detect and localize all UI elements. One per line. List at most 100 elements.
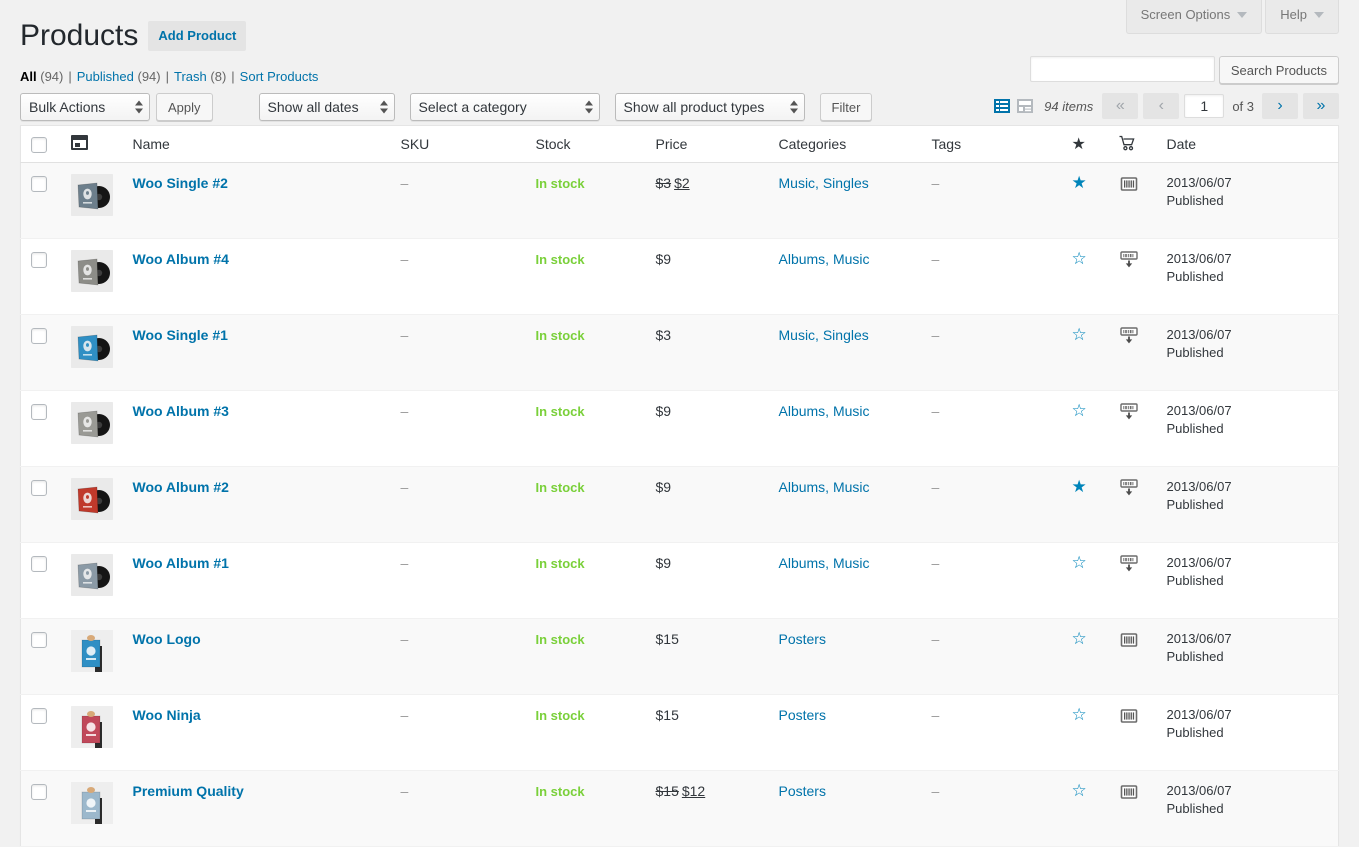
- row-checkbox[interactable]: [31, 784, 47, 800]
- apply-button[interactable]: Apply: [156, 93, 213, 121]
- status-link-published-label[interactable]: Published: [77, 69, 134, 84]
- category-link[interactable]: Albums, Music: [779, 479, 870, 495]
- price-regular: $3: [656, 327, 672, 343]
- row-name-cell: Woo Single #2: [123, 163, 391, 239]
- table-row: Woo Single #2 – In stock $3$2 Music, Sin…: [21, 163, 1339, 239]
- star-outline-icon[interactable]: ☆: [1072, 250, 1087, 267]
- category-link[interactable]: Albums, Music: [779, 555, 870, 571]
- price-regular: $9: [656, 555, 672, 571]
- category-link[interactable]: Posters: [779, 783, 826, 799]
- star-outline-icon[interactable]: ☆: [1072, 706, 1087, 723]
- select-all-checkbox[interactable]: [31, 137, 47, 153]
- list-view-icon[interactable]: [992, 96, 1012, 116]
- tags-value: –: [932, 783, 940, 799]
- bulk-actions-select[interactable]: Bulk Actions: [20, 93, 150, 121]
- row-tags-cell: –: [922, 619, 1062, 695]
- th-product-type: [1109, 126, 1157, 163]
- row-stock-cell: In stock: [526, 619, 646, 695]
- category-link[interactable]: Posters: [779, 707, 826, 723]
- status-link-all[interactable]: All (94): [20, 69, 63, 84]
- sku-value: –: [401, 175, 409, 191]
- date-filter-select[interactable]: Show all dates: [259, 93, 395, 121]
- next-page-button[interactable]: ›: [1262, 93, 1298, 119]
- star-filled-icon[interactable]: ★: [1072, 478, 1087, 495]
- row-select-cell: [21, 163, 61, 239]
- product-thumbnail[interactable]: [71, 402, 113, 444]
- prev-page-button[interactable]: ‹: [1143, 93, 1179, 119]
- star-outline-icon[interactable]: ☆: [1072, 402, 1087, 419]
- product-type-filter-select-wrap: Show all product types: [615, 93, 805, 121]
- category-link[interactable]: Music, Singles: [779, 327, 869, 343]
- th-sku[interactable]: SKU: [391, 126, 526, 163]
- status-link-all-label[interactable]: All: [20, 69, 37, 84]
- first-page-button[interactable]: «: [1102, 93, 1138, 119]
- row-checkbox[interactable]: [31, 176, 47, 192]
- row-checkbox[interactable]: [31, 556, 47, 572]
- row-categories-cell: Music, Singles: [769, 163, 922, 239]
- row-categories-cell: Albums, Music: [769, 391, 922, 467]
- status-link-sort-products[interactable]: Sort Products: [240, 69, 319, 84]
- row-checkbox[interactable]: [31, 404, 47, 420]
- product-name-link[interactable]: Woo Single #1: [133, 327, 228, 343]
- row-checkbox[interactable]: [31, 632, 47, 648]
- category-link[interactable]: Albums, Music: [779, 251, 870, 267]
- th-stock[interactable]: Stock: [526, 126, 646, 163]
- product-thumbnail[interactable]: [71, 782, 113, 824]
- product-thumbnail[interactable]: [71, 174, 113, 216]
- product-thumbnail[interactable]: [71, 630, 113, 672]
- row-featured-cell: ☆: [1062, 239, 1109, 315]
- status-link-published[interactable]: Published (94): [77, 69, 161, 84]
- th-featured[interactable]: ★: [1062, 126, 1109, 163]
- star-outline-icon[interactable]: ☆: [1072, 326, 1087, 343]
- product-thumbnail[interactable]: [71, 554, 113, 596]
- product-thumbnail[interactable]: [71, 706, 113, 748]
- row-checkbox[interactable]: [31, 252, 47, 268]
- screen-options-button[interactable]: Screen Options: [1126, 0, 1263, 34]
- help-button[interactable]: Help: [1265, 0, 1339, 34]
- category-link[interactable]: Music, Singles: [779, 175, 869, 191]
- product-name-link[interactable]: Woo Album #4: [133, 251, 229, 267]
- excerpt-view-icon[interactable]: [1015, 96, 1035, 116]
- row-checkbox[interactable]: [31, 328, 47, 344]
- row-checkbox[interactable]: [31, 480, 47, 496]
- status-link-sort-products-label[interactable]: Sort Products: [240, 69, 319, 84]
- star-outline-icon[interactable]: ☆: [1072, 554, 1087, 571]
- sku-value: –: [401, 251, 409, 267]
- status-link-trash[interactable]: Trash (8): [174, 69, 226, 84]
- row-featured-cell: ★: [1062, 467, 1109, 543]
- product-name-link[interactable]: Woo Logo: [133, 631, 201, 647]
- category-link[interactable]: Albums, Music: [779, 403, 870, 419]
- product-thumbnail[interactable]: [71, 478, 113, 520]
- simple-product-icon: [1119, 630, 1139, 656]
- product-type-filter-select[interactable]: Show all product types: [615, 93, 805, 121]
- product-thumbnail[interactable]: [71, 250, 113, 292]
- product-thumbnail[interactable]: [71, 326, 113, 368]
- current-page-input[interactable]: [1184, 94, 1224, 118]
- product-name-link[interactable]: Woo Album #3: [133, 403, 229, 419]
- product-name-link[interactable]: Woo Album #2: [133, 479, 229, 495]
- th-price[interactable]: Price: [646, 126, 769, 163]
- th-name[interactable]: Name: [123, 126, 391, 163]
- product-name-link[interactable]: Woo Single #2: [133, 175, 228, 191]
- row-checkbox[interactable]: [31, 708, 47, 724]
- category-filter-select[interactable]: Select a category: [410, 93, 600, 121]
- product-name-link[interactable]: Woo Ninja: [133, 707, 201, 723]
- status-link-published-count: (94): [138, 69, 161, 84]
- star-filled-icon[interactable]: ★: [1072, 174, 1087, 191]
- add-product-button[interactable]: Add Product: [148, 21, 246, 51]
- category-link[interactable]: Posters: [779, 631, 826, 647]
- star-outline-icon[interactable]: ☆: [1072, 630, 1087, 647]
- row-sku-cell: –: [391, 163, 526, 239]
- th-date[interactable]: Date: [1157, 126, 1339, 163]
- filter-button[interactable]: Filter: [820, 93, 873, 121]
- search-products-button[interactable]: Search Products: [1219, 56, 1339, 84]
- star-outline-icon[interactable]: ☆: [1072, 782, 1087, 799]
- row-categories-cell: Posters: [769, 771, 922, 847]
- last-page-button[interactable]: »: [1303, 93, 1339, 119]
- separator: |: [68, 69, 71, 84]
- product-name-link[interactable]: Woo Album #1: [133, 555, 229, 571]
- th-tags: Tags: [922, 126, 1062, 163]
- product-name-link[interactable]: Premium Quality: [133, 783, 244, 799]
- status-link-trash-label[interactable]: Trash: [174, 69, 207, 84]
- search-input[interactable]: [1030, 56, 1215, 82]
